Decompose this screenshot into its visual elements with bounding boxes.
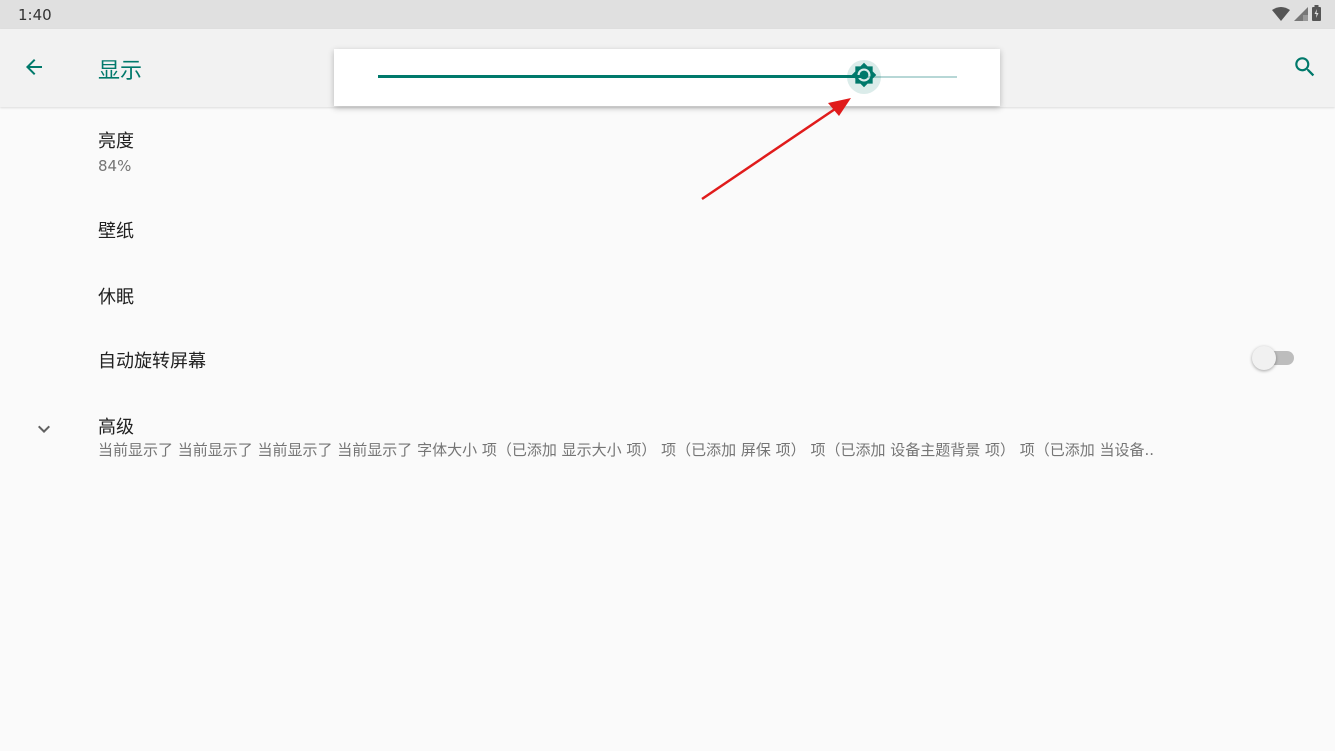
arrow-left-icon — [22, 55, 46, 83]
brightness-value: 84% — [98, 157, 132, 175]
setting-title-sleep: 休眠 — [98, 287, 134, 308]
setting-item-wallpaper[interactable]: 壁纸 — [0, 197, 1335, 261]
setting-title-auto-rotate: 自动旋转屏幕 — [98, 351, 206, 372]
back-button[interactable] — [18, 53, 50, 85]
chevron-down-icon — [32, 417, 56, 441]
search-button[interactable] — [1289, 53, 1321, 85]
setting-title-advanced: 高级 — [98, 417, 134, 438]
setting-item-auto-rotate[interactable]: 自动旋转屏幕 — [0, 325, 1335, 389]
slider-track-fill — [378, 75, 865, 78]
status-icons — [1272, 5, 1321, 25]
advanced-summary: 当前显示了 当前显示了 当前显示了 当前显示了 字体大小 项（已添加 显示大小 … — [98, 441, 1155, 459]
screen: 1:40 显示 亮度 84% 壁纸 休眠 自动旋转屏幕 高级 当前显示了 当前显… — [0, 0, 1335, 751]
toggle-thumb — [1252, 346, 1276, 370]
wifi-icon — [1272, 6, 1290, 25]
brightness-dialog — [334, 49, 1000, 106]
status-time: 1:40 — [18, 6, 52, 24]
setting-item-brightness[interactable]: 亮度 84% — [0, 107, 1335, 197]
setting-title-brightness: 亮度 — [98, 131, 134, 152]
signal-icon — [1294, 6, 1308, 25]
battery-icon — [1312, 5, 1321, 25]
status-bar: 1:40 — [0, 0, 1335, 29]
setting-item-advanced[interactable]: 高级 当前显示了 当前显示了 当前显示了 当前显示了 字体大小 项（已添加 显示… — [0, 397, 1335, 467]
setting-title-wallpaper: 壁纸 — [98, 221, 134, 242]
search-icon — [1292, 54, 1318, 84]
brightness-icon — [851, 62, 877, 92]
page-title: 显示 — [98, 59, 143, 84]
setting-item-sleep[interactable]: 休眠 — [0, 261, 1335, 325]
brightness-slider-thumb[interactable] — [847, 60, 882, 94]
auto-rotate-toggle[interactable] — [1252, 346, 1294, 370]
